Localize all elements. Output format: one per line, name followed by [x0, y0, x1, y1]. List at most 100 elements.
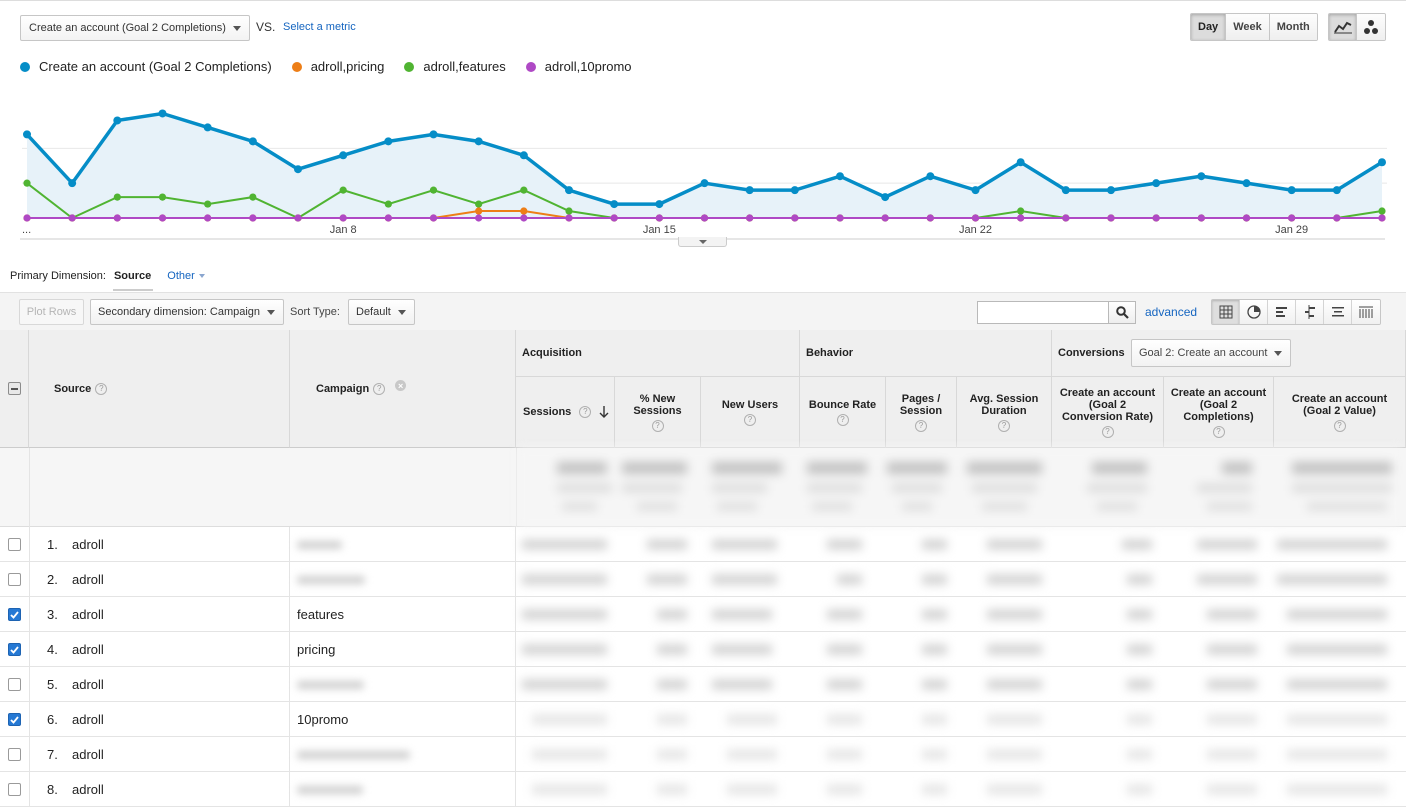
table-row[interactable]: 8. adroll: [0, 772, 1406, 807]
data-point[interactable]: [700, 214, 709, 222]
table-row[interactable]: 3. adroll features: [0, 597, 1406, 632]
help-icon[interactable]: ?: [95, 382, 108, 395]
data-point[interactable]: [1062, 214, 1070, 222]
help-icon[interactable]: ?: [579, 406, 592, 418]
campaign-link[interactable]: features: [297, 607, 344, 622]
select-metric-link[interactable]: Select a metric: [283, 21, 356, 33]
data-point[interactable]: [565, 207, 573, 215]
help-icon[interactable]: ?: [1212, 425, 1225, 438]
data-point[interactable]: [1378, 207, 1386, 215]
column-header-sessions[interactable]: Sessions ?: [516, 377, 615, 448]
data-point[interactable]: [926, 214, 934, 222]
data-point[interactable]: [790, 186, 799, 195]
data-point[interactable]: [113, 214, 121, 222]
data-point[interactable]: [1242, 214, 1251, 222]
row-checkbox[interactable]: [8, 573, 21, 586]
column-header-source[interactable]: Source ?: [29, 330, 290, 448]
data-point[interactable]: [474, 137, 483, 146]
table-row[interactable]: 4. adroll pricing: [0, 632, 1406, 667]
column-header-new-sessions[interactable]: % New Sessions ?: [615, 377, 701, 448]
legend-item[interactable]: Create an account (Goal 2 Completions): [20, 59, 272, 74]
metric-select[interactable]: Create an account (Goal 2 Completions): [20, 15, 250, 41]
source-link[interactable]: adroll: [72, 782, 104, 797]
data-point[interactable]: [475, 200, 483, 208]
data-point[interactable]: [655, 200, 664, 209]
legend-item[interactable]: adroll,pricing: [291, 59, 384, 74]
data-point[interactable]: [881, 193, 890, 202]
line-chart-icon[interactable]: [1329, 14, 1357, 40]
data-point[interactable]: [520, 186, 528, 194]
source-link[interactable]: adroll: [72, 537, 104, 552]
data-point[interactable]: [610, 214, 618, 222]
row-checkbox[interactable]: [8, 608, 21, 621]
data-point[interactable]: [1333, 214, 1341, 222]
data-point[interactable]: [249, 214, 257, 222]
help-icon[interactable]: ?: [836, 413, 849, 426]
row-checkbox[interactable]: [8, 643, 21, 656]
column-header-goal2-completions[interactable]: Create an account (Goal 2 Completions) ?: [1164, 377, 1274, 448]
data-point[interactable]: [158, 214, 167, 222]
data-point[interactable]: [384, 137, 393, 146]
data-point[interactable]: [384, 200, 392, 208]
campaign-link[interactable]: pricing: [297, 642, 335, 657]
data-point[interactable]: [475, 214, 483, 222]
data-point[interactable]: [294, 165, 302, 174]
source-link[interactable]: adroll: [72, 677, 104, 692]
data-point[interactable]: [1197, 172, 1206, 181]
advanced-filter-link[interactable]: advanced: [1145, 305, 1197, 319]
help-icon[interactable]: ?: [744, 413, 756, 426]
data-point[interactable]: [384, 214, 392, 222]
campaign-link[interactable]: 10promo: [297, 712, 348, 727]
period-month-button[interactable]: Month: [1269, 14, 1317, 40]
column-header-bounce-rate[interactable]: Bounce Rate ?: [800, 377, 886, 448]
data-point[interactable]: [204, 200, 212, 208]
column-header-new-users[interactable]: New Users ?: [701, 377, 800, 448]
data-point[interactable]: [1152, 179, 1161, 188]
data-point[interactable]: [971, 186, 980, 195]
data-point[interactable]: [249, 193, 257, 201]
data-table-view-icon[interactable]: [1212, 300, 1240, 324]
source-link[interactable]: adroll: [72, 572, 104, 587]
data-point[interactable]: [158, 109, 167, 118]
data-point[interactable]: [429, 130, 438, 139]
primary-dimension-source[interactable]: Source: [114, 270, 151, 282]
data-point[interactable]: [248, 137, 257, 146]
help-icon[interactable]: ?: [651, 419, 664, 432]
data-point[interactable]: [791, 214, 799, 222]
table-row[interactable]: 5. adroll: [0, 667, 1406, 702]
select-all-checkbox[interactable]: [7, 382, 21, 395]
column-header-goal2-value[interactable]: Create an account (Goal 2 Value) ?: [1274, 377, 1406, 448]
motion-chart-icon[interactable]: [1357, 14, 1385, 40]
data-point[interactable]: [836, 214, 844, 222]
data-point[interactable]: [565, 186, 573, 195]
data-point[interactable]: [158, 193, 167, 201]
data-point[interactable]: [1152, 214, 1160, 222]
row-checkbox[interactable]: [8, 713, 21, 726]
data-point[interactable]: [1017, 207, 1025, 215]
pivot-view-icon[interactable]: [1352, 300, 1380, 324]
data-point[interactable]: [23, 214, 31, 222]
pie-chart-view-icon[interactable]: [1240, 300, 1268, 324]
data-point[interactable]: [113, 193, 121, 201]
data-point[interactable]: [339, 151, 348, 160]
help-icon[interactable]: ?: [373, 382, 386, 395]
data-point[interactable]: [1287, 186, 1296, 195]
table-search-input[interactable]: [977, 301, 1109, 324]
row-checkbox[interactable]: [8, 538, 21, 551]
plot-rows-button[interactable]: Plot Rows: [19, 299, 84, 325]
sort-type-select[interactable]: Default: [348, 299, 415, 325]
source-link[interactable]: adroll: [72, 712, 104, 727]
data-point[interactable]: [475, 207, 483, 215]
data-point[interactable]: [429, 214, 438, 222]
performance-view-icon[interactable]: [1268, 300, 1296, 324]
data-point[interactable]: [881, 214, 889, 222]
data-point[interactable]: [1378, 214, 1386, 222]
data-point[interactable]: [519, 151, 528, 160]
table-row[interactable]: 6. adroll 10promo: [0, 702, 1406, 737]
column-header-pages-session[interactable]: Pages / Session ?: [886, 377, 957, 448]
help-icon[interactable]: ?: [915, 419, 927, 432]
data-point[interactable]: [520, 207, 528, 215]
data-point[interactable]: [565, 214, 573, 222]
data-point[interactable]: [339, 214, 347, 222]
help-icon[interactable]: ?: [998, 419, 1010, 432]
